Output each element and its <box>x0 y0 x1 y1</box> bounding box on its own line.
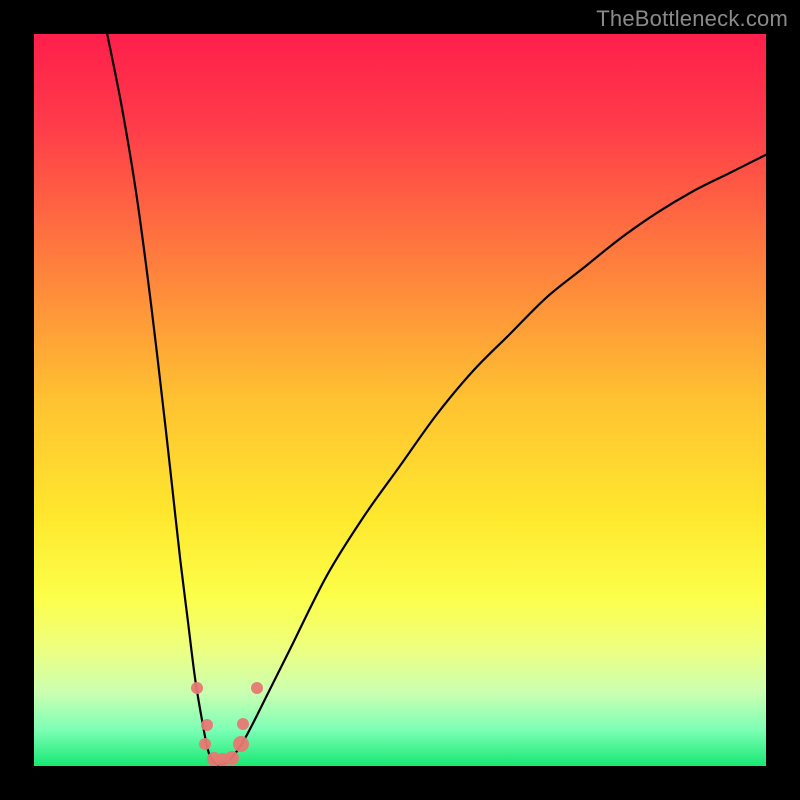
gradient-background <box>34 34 766 766</box>
plot-area <box>34 34 766 766</box>
data-marker <box>237 718 249 730</box>
data-marker <box>191 682 203 694</box>
data-marker <box>225 751 239 765</box>
watermark-text: TheBottleneck.com <box>596 6 788 32</box>
data-marker <box>201 719 213 731</box>
data-marker <box>251 682 263 694</box>
chart-frame: TheBottleneck.com <box>0 0 800 800</box>
